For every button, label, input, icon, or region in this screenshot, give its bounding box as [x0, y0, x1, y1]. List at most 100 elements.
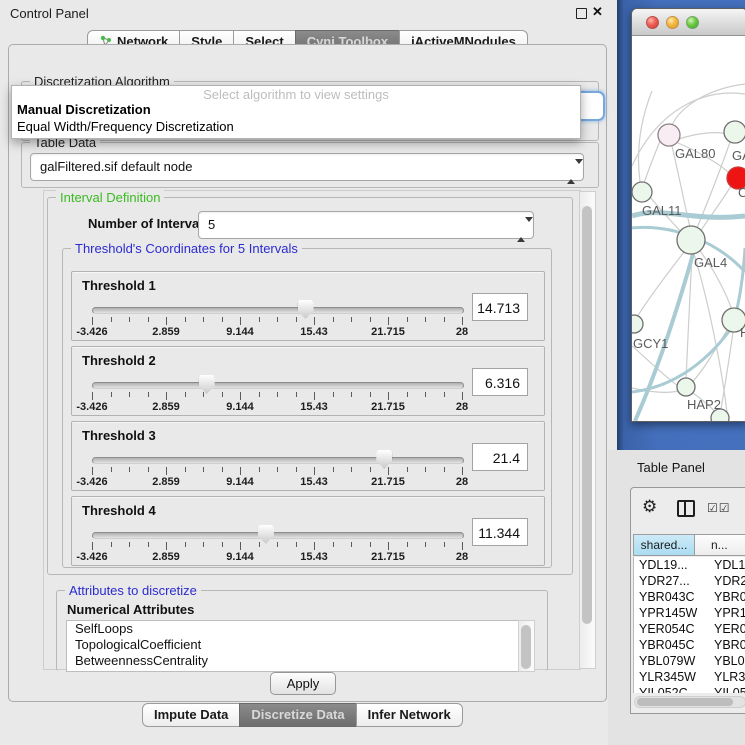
- tab-label: Discretize Data: [251, 707, 344, 722]
- network-node-label: C: [738, 185, 745, 200]
- table-cell: YER054C: [711, 621, 745, 637]
- tab-impute-data[interactable]: Impute Data: [142, 703, 240, 727]
- attribute-item[interactable]: TopologicalCoefficient: [67, 637, 519, 653]
- network-node[interactable]: [632, 182, 652, 202]
- table-row[interactable]: YER054CYER054C: [634, 621, 745, 637]
- close-traffic-light-icon[interactable]: [646, 16, 659, 29]
- network-window-titlebar[interactable]: [632, 9, 745, 36]
- threshold-panel: Threshold 4 -3.4262.8599.14415.4321.7152…: [71, 496, 545, 566]
- slider-track[interactable]: [92, 382, 464, 389]
- tab-infer-network[interactable]: Infer Network: [356, 703, 463, 727]
- threshold-label: Threshold 3: [82, 428, 156, 443]
- slider-ticks: [92, 542, 462, 551]
- attributes-scrollbar[interactable]: [518, 620, 535, 672]
- number-of-intervals-combobox[interactable]: 5: [198, 211, 534, 239]
- column-header-shared-name[interactable]: shared...: [633, 534, 695, 556]
- table-row[interactable]: YPR145WYPR145W: [634, 605, 745, 621]
- scrollbar-thumb[interactable]: [582, 206, 592, 624]
- table-row[interactable]: YBL079WYBL079W: [634, 653, 745, 669]
- slider-track[interactable]: [92, 532, 464, 539]
- column-header-name[interactable]: n...: [694, 534, 745, 556]
- apply-button[interactable]: Apply: [270, 672, 336, 695]
- tab-label: Impute Data: [154, 707, 228, 722]
- attribute-item[interactable]: SelfLoops: [67, 621, 519, 637]
- threshold-value-field[interactable]: 11.344: [472, 518, 528, 546]
- minimize-traffic-light-icon[interactable]: [666, 16, 679, 29]
- gear-icon[interactable]: ⚙: [642, 497, 657, 517]
- slider-scale-labels: -3.4262.8599.14415.4321.71528: [92, 401, 462, 413]
- table-row[interactable]: YBR043CYBR043C: [634, 589, 745, 605]
- network-node-label: GAL11: [642, 203, 682, 218]
- network-node[interactable]: [658, 124, 680, 146]
- network-node-label: GAL80: [675, 146, 715, 161]
- stepper-arrows-icon: [567, 159, 575, 184]
- dropdown-option-equal-width-frequency[interactable]: Equal Width/Frequency Discretization: [17, 119, 234, 134]
- network-node[interactable]: [632, 315, 643, 333]
- slider-ticks: [92, 392, 462, 401]
- attribute-item[interactable]: BetweennessCentrality: [67, 653, 519, 669]
- slider-track[interactable]: [92, 307, 464, 314]
- network-node[interactable]: [677, 378, 695, 396]
- table-cell: YDR27...: [634, 573, 711, 589]
- table-data-combobox[interactable]: galFiltered.sif default node: [30, 153, 584, 181]
- interval-definition-group: Interval Definition Number of Intervals …: [47, 197, 573, 575]
- column-view-icon[interactable]: [677, 500, 695, 517]
- table-row[interactable]: YIL052CYIL052C: [634, 685, 745, 693]
- control-panel-titlebar: Control Panel ✕: [0, 0, 617, 28]
- algorithm-dropdown-popup: Select algorithm to view settings Manual…: [11, 85, 581, 139]
- network-canvas[interactable]: GAL80GACGAL11GAL4GCY1HHAP2: [632, 36, 745, 421]
- network-canvas-svg: GAL80GACGAL11GAL4GCY1HHAP2: [632, 36, 745, 421]
- table-cell: YBR045C: [634, 637, 711, 653]
- group-title: Attributes to discretize: [65, 583, 201, 598]
- table-cell: YLR345W: [711, 669, 745, 685]
- table-body: YDL19...YDL19...YDR27...YDR27...YBR043CY…: [633, 557, 745, 693]
- zoom-traffic-light-icon[interactable]: [686, 16, 699, 29]
- threshold-label: Threshold 1: [82, 278, 156, 293]
- float-window-icon[interactable]: [576, 8, 587, 19]
- table-row[interactable]: YDL19...YDL19...: [634, 557, 745, 573]
- table-header: shared... n...: [633, 534, 745, 556]
- tab-label: Infer Network: [368, 707, 451, 722]
- tab-discretize-data[interactable]: Discretize Data: [239, 703, 356, 727]
- network-node[interactable]: [677, 226, 705, 254]
- slider-scale-labels: -3.4262.8599.14415.4321.71528: [92, 326, 462, 338]
- network-node-label: HAP2: [687, 397, 721, 412]
- number-of-intervals-label: Number of Intervals: [88, 216, 210, 231]
- table-cell: YBR043C: [711, 589, 745, 605]
- table-cell: YPR145W: [711, 605, 745, 621]
- scrollbar-thumb[interactable]: [521, 625, 531, 669]
- threshold-panel: Threshold 1 -3.4262.8599.14415.4321.7152…: [71, 271, 545, 341]
- threshold-panel: Threshold 2 -3.4262.8599.14415.4321.7152…: [71, 346, 545, 416]
- threshold-value-field[interactable]: 21.4: [472, 443, 528, 471]
- screen: Control Panel ✕ Network Style Select Cyn…: [0, 0, 745, 745]
- slider-track[interactable]: [92, 457, 464, 464]
- slider-ticks: [92, 467, 462, 476]
- table-cell: YLR345W: [634, 669, 711, 685]
- dropdown-option-manual-discretization[interactable]: Manual Discretization: [17, 102, 151, 117]
- scrollbar-thumb[interactable]: [637, 698, 733, 706]
- table-cell: YBR045C: [711, 637, 745, 653]
- network-node-label: GAL4: [694, 255, 727, 270]
- stepper-arrows-icon: [517, 217, 525, 242]
- settings-vertical-scrollbar[interactable]: [579, 191, 596, 669]
- threshold-list: Threshold 1 -3.4262.8599.14415.4321.7152…: [71, 271, 545, 571]
- close-icon[interactable]: ✕: [592, 4, 603, 20]
- table-row[interactable]: YBR045CYBR045C: [634, 637, 745, 653]
- table-toolbar: ⚙ ☑☑: [631, 488, 745, 530]
- table-panel-title: Table Panel: [637, 460, 705, 475]
- table-horizontal-scrollbar[interactable]: [634, 696, 745, 708]
- network-node[interactable]: [724, 121, 745, 143]
- table-row[interactable]: YDR27...YDR27...: [634, 573, 745, 589]
- bottom-tabbar: Impute Data Discretize Data Infer Networ…: [143, 703, 463, 727]
- select-columns-checkbox-icons[interactable]: ☑☑: [707, 501, 731, 515]
- slider-ticks: [92, 317, 462, 326]
- network-view-window[interactable]: GAL80GACGAL11GAL4GCY1HHAP2: [631, 8, 745, 422]
- network-node-label: GA: [732, 148, 745, 163]
- threshold-value-field[interactable]: 6.316: [472, 368, 528, 396]
- threshold-label: Threshold 2: [82, 353, 156, 368]
- slider-scale-labels: -3.4262.8599.14415.4321.71528: [92, 551, 462, 563]
- table-row[interactable]: YLR345WYLR345W: [634, 669, 745, 685]
- threshold-label: Threshold 4: [82, 503, 156, 518]
- numerical-attributes-list[interactable]: SelfLoopsTopologicalCoefficientBetweenne…: [66, 620, 520, 672]
- threshold-value-field[interactable]: 14.713: [472, 293, 528, 321]
